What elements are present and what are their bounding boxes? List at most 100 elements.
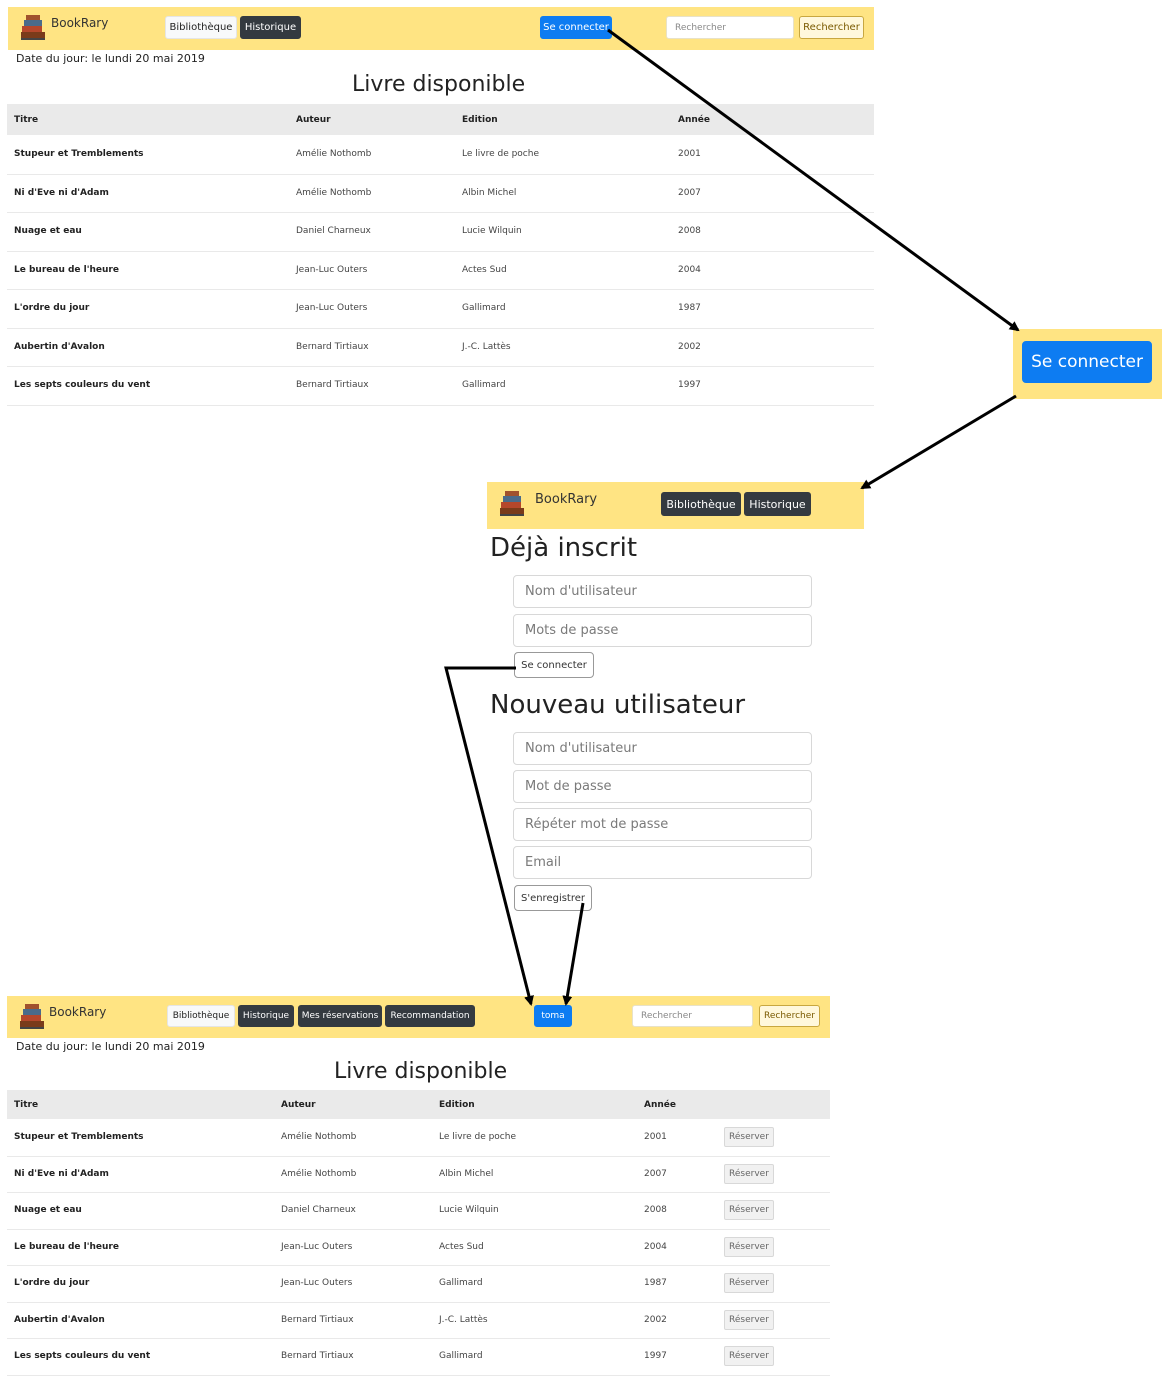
cell-edition: J.-C. Lattès	[439, 1314, 488, 1325]
nav-historique-button[interactable]: Historique	[240, 16, 301, 39]
cell-titre: Stupeur et Tremblements	[14, 149, 144, 160]
books-logo-icon[interactable]	[497, 488, 527, 518]
nav-recommandation-button[interactable]: Recommandation	[385, 1005, 475, 1027]
login-button[interactable]: Se connecter	[540, 16, 612, 39]
zoomed-login-button[interactable]: Se connecter	[1022, 341, 1152, 383]
cell-edition: Lucie Wilquin	[462, 226, 522, 237]
cell-auteur: Bernard Tirtiaux	[281, 1351, 354, 1362]
email-input[interactable]: Email	[513, 846, 812, 879]
nav-bibliotheque-button[interactable]: Bibliothèque	[165, 16, 237, 39]
page-title: Livre disponible	[352, 72, 526, 97]
reserve-button[interactable]: Réserver	[724, 1273, 774, 1294]
books-logo-icon[interactable]	[18, 12, 48, 42]
cell-titre: Nuage et eau	[14, 226, 82, 237]
cell-edition: Albin Michel	[462, 187, 517, 198]
cell-auteur: Jean-Luc Outers	[281, 1241, 353, 1252]
reserve-button[interactable]: Réserver	[724, 1236, 774, 1257]
cell-annee: 2004	[644, 1241, 667, 1252]
existing-user-title: Déjà inscrit	[490, 533, 638, 563]
cell-edition: Le livre de poche	[462, 149, 540, 160]
table-row: Nuage et eau Daniel Charneux Lucie Wilquin…	[7, 212, 874, 252]
navbar: BookRary Bibliothèque Historique Se conn…	[8, 7, 874, 50]
nav-bibliotheque-button[interactable]: Bibliothèque	[661, 492, 741, 516]
cell-auteur: Bernard Tirtiaux	[296, 341, 369, 352]
cell-edition: Lucie Wilquin	[439, 1205, 499, 1216]
reserve-button[interactable]: Réserver	[724, 1200, 774, 1221]
cell-auteur: Amélie Nothomb	[296, 149, 372, 160]
cell-annee: 2008	[678, 226, 701, 237]
cell-titre: Nuage et eau	[14, 1205, 82, 1216]
books-table: Titre Auteur Edition Année Stupeur et Tr…	[7, 104, 874, 406]
brand-name[interactable]: BookRary	[51, 16, 108, 30]
cell-annee: 2002	[644, 1314, 667, 1325]
table-row: Ni d'Eve ni d'Adam Amélie Nothomb Albin Mi…	[7, 174, 874, 213]
username-input[interactable]: Nom d'utilisateur	[513, 575, 812, 608]
nav-historique-button[interactable]: Historique	[238, 1005, 294, 1027]
cell-auteur: Amélie Nothomb	[281, 1168, 357, 1179]
brand-name[interactable]: BookRary	[49, 1005, 106, 1019]
search-button[interactable]: Rechercher	[759, 1005, 820, 1027]
cell-titre: Les septs couleurs du vent	[14, 380, 151, 391]
cell-annee: 1997	[644, 1351, 667, 1362]
cell-edition: Gallimard	[439, 1278, 483, 1289]
cell-auteur: Daniel Charneux	[296, 226, 371, 237]
cell-edition: Gallimard	[462, 380, 506, 391]
cell-annee: 2004	[678, 264, 701, 275]
cell-auteur: Jean-Luc Outers	[296, 303, 368, 314]
table-row: Les septs couleurs du vent Bernard Tirtia…	[7, 366, 874, 406]
table-row: Le bureau de l'heure Jean-Luc Outers Actes…	[7, 251, 874, 290]
reserve-button[interactable]: Réserver	[724, 1346, 774, 1367]
nav-mes-reservations-button[interactable]: Mes réservations	[298, 1005, 382, 1027]
cell-edition: Albin Michel	[439, 1168, 494, 1179]
cell-edition: Actes Sud	[439, 1241, 484, 1252]
cell-titre: Ni d'Eve ni d'Adam	[14, 187, 109, 198]
cell-auteur: Jean-Luc Outers	[296, 264, 368, 275]
cell-titre: L'ordre du jour	[14, 1278, 90, 1289]
arrow-zoom-to-login-page	[860, 394, 1017, 490]
cell-titre: Stupeur et Tremblements	[14, 1132, 144, 1143]
table-row: L'ordre du jour Jean-Luc Outers Gallimard 1…	[7, 289, 874, 329]
cell-auteur: Amélie Nothomb	[296, 187, 372, 198]
header-annee: Année	[644, 1100, 676, 1110]
user-account-button[interactable]: toma	[534, 1005, 572, 1027]
table-row: Le bureau de l'heure Jean-Luc Outers Actes…	[7, 1229, 830, 1266]
cell-annee: 2002	[678, 341, 701, 352]
cell-annee: 1987	[678, 303, 701, 314]
cell-annee: 2001	[644, 1132, 667, 1143]
password-input[interactable]: Mots de passe	[513, 614, 812, 647]
login-submit-button[interactable]: Se connecter	[514, 652, 594, 678]
table-row: Aubertin d'Avalon Bernard Tirtiaux J.-C. L…	[7, 328, 874, 367]
navbar: BookRary Bibliothèque Historique	[487, 482, 864, 529]
table-row: Aubertin d'Avalon Bernard Tirtiaux J.-C. L…	[7, 1302, 830, 1339]
cell-titre: Le bureau de l'heure	[14, 264, 119, 275]
new-username-input[interactable]: Nom d'utilisateur	[513, 732, 812, 765]
reserve-button[interactable]: Réserver	[724, 1309, 774, 1330]
search-input[interactable]: Rechercher	[632, 1005, 753, 1027]
new-user-title: Nouveau utilisateur	[490, 690, 746, 720]
reserve-button[interactable]: Réserver	[724, 1127, 774, 1148]
cell-auteur: Daniel Charneux	[281, 1205, 356, 1216]
search-input[interactable]: Rechercher	[666, 16, 794, 39]
reserve-button[interactable]: Réserver	[724, 1163, 774, 1184]
cell-edition: Actes Sud	[462, 264, 507, 275]
header-auteur: Auteur	[296, 115, 331, 125]
cell-titre: L'ordre du jour	[14, 303, 90, 314]
header-auteur: Auteur	[281, 1100, 316, 1110]
nav-historique-button[interactable]: Historique	[744, 492, 811, 516]
table-row: L'ordre du jour Jean-Luc Outers Gallimard 1…	[7, 1265, 830, 1303]
cell-titre: Aubertin d'Avalon	[14, 1314, 105, 1325]
header-titre: Titre	[14, 115, 39, 125]
cell-auteur: Amélie Nothomb	[281, 1132, 357, 1143]
books-logo-icon[interactable]	[17, 1001, 47, 1031]
cell-auteur: Jean-Luc Outers	[281, 1278, 353, 1289]
nav-bibliotheque-button[interactable]: Bibliothèque	[167, 1005, 235, 1027]
cell-edition: Gallimard	[462, 303, 506, 314]
register-button[interactable]: S'enregistrer	[514, 885, 592, 911]
cell-titre: Ni d'Eve ni d'Adam	[14, 1168, 109, 1179]
repeat-password-input[interactable]: Répéter mot de passe	[513, 808, 812, 841]
search-button[interactable]: Rechercher	[799, 16, 864, 39]
table-row: Les septs couleurs du vent Bernard Tirtia…	[7, 1338, 830, 1376]
arrow-register-to-logged-in	[562, 902, 585, 1006]
brand-name[interactable]: BookRary	[535, 492, 597, 507]
new-password-input[interactable]: Mot de passe	[513, 770, 812, 803]
